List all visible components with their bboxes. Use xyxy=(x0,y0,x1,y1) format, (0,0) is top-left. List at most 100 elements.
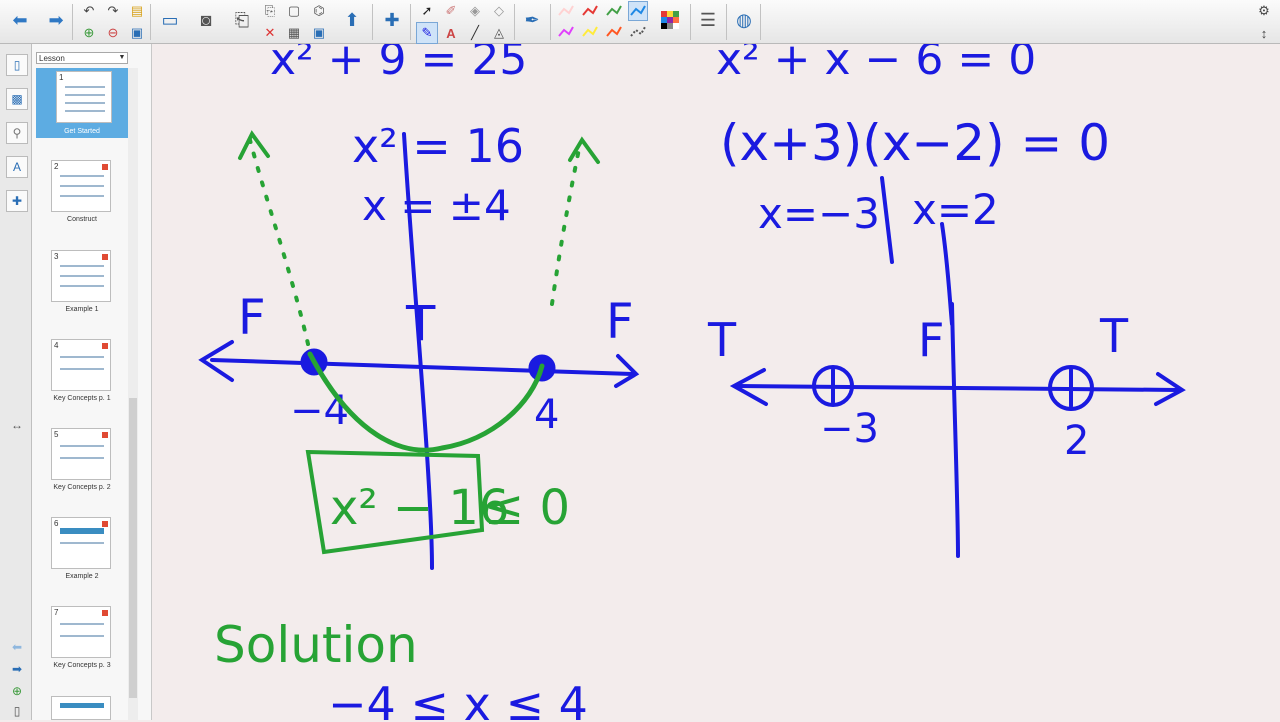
pen-type-icon[interactable]: ✒ xyxy=(518,0,546,40)
toolbar: ⬅ ➡ ↶ ↷ ⊕ ⊖ ▤ ▣ ▭ ◙ ⎗ ⎘ ✕ ▢ ▦ ⌬ ▣ ⬆ ✚ ➚ … xyxy=(0,0,1280,44)
right-number-line xyxy=(736,384,1180,392)
creative-pen-icon[interactable]: ✐ xyxy=(440,0,462,22)
thumbnail-number: 5 xyxy=(54,430,59,439)
delete-page-icon[interactable]: ⊖ xyxy=(102,22,124,44)
right-region-f: F xyxy=(918,313,944,367)
thumbnail-caption: Construct xyxy=(67,216,97,223)
properties-tab-icon[interactable]: A xyxy=(6,156,28,178)
table-icon[interactable]: ▦ xyxy=(284,22,304,44)
pen-swatch-7[interactable] xyxy=(604,22,624,42)
redo-icon[interactable]: ↷ xyxy=(102,0,124,22)
page-sorter-tab-icon[interactable]: ▯ xyxy=(6,54,28,76)
measurement-tools-icon[interactable]: ⌬ xyxy=(308,0,330,22)
thumbnail-number: 6 xyxy=(54,519,59,528)
thumbnail-caption: Get Started xyxy=(64,128,100,135)
undo-icon[interactable]: ↶ xyxy=(78,0,100,22)
right-region-t-right: T xyxy=(1099,309,1129,363)
thumbnail-caption: Key Concepts p. 3 xyxy=(53,662,111,669)
fill-effects-icon[interactable]: ◍ xyxy=(730,0,758,40)
pen-swatch-1[interactable] xyxy=(556,1,576,21)
thumbnail-number: 7 xyxy=(54,608,59,617)
open-folder-icon[interactable]: ▤ xyxy=(126,0,148,22)
right-tick-neg3: −3 xyxy=(820,406,879,452)
sorter-dropdown[interactable]: Lesson ▼ xyxy=(36,52,128,64)
line-icon[interactable]: ╱ xyxy=(464,22,486,44)
right-top-equation: x² + x − 6 = 0 xyxy=(716,44,1036,85)
right-divider xyxy=(880,176,894,264)
add-page-icon[interactable]: ⊕ xyxy=(78,22,100,44)
move-toolbar-icon[interactable]: ↕ xyxy=(1248,22,1280,44)
sorter-scrollbar[interactable] xyxy=(128,68,138,720)
thumbnail-number: 1 xyxy=(59,73,64,82)
back-arrow-icon[interactable]: ⬅ xyxy=(6,0,34,40)
thumbnail-number: 2 xyxy=(54,162,59,171)
shapes-icon[interactable]: ◇ xyxy=(488,0,510,22)
extensions-icon[interactable]: ✚ xyxy=(378,0,406,40)
color-palette-icon[interactable] xyxy=(656,0,684,40)
next-page-icon[interactable]: ➡ xyxy=(6,658,28,680)
add-ons-tab-icon[interactable]: ✚ xyxy=(6,190,28,212)
previous-page-icon[interactable]: ⬅ xyxy=(6,636,28,658)
page-thumbnail-2[interactable]: 2 Construct xyxy=(36,158,128,230)
solution-label: Solution xyxy=(214,616,418,674)
page-thumbnail-8[interactable] xyxy=(36,694,128,720)
green-arrow-right xyxy=(568,136,600,164)
left-arrow-head-right xyxy=(614,354,640,388)
page-thumbnail-6[interactable]: 6 Example 2 xyxy=(36,515,128,587)
add-ons-icon[interactable]: ⬆ xyxy=(338,0,366,40)
pen-swatch-8[interactable] xyxy=(628,22,648,42)
pen-swatch-4[interactable] xyxy=(628,1,648,21)
page-thumbnail-5[interactable]: 5 Key Concepts p. 2 xyxy=(36,426,128,498)
thumbnail-number: 4 xyxy=(54,341,59,350)
thumbnail-caption: Key Concepts p. 1 xyxy=(53,395,111,402)
eraser-icon[interactable]: ◈ xyxy=(464,0,486,22)
settings-gear-icon[interactable]: ⚙ xyxy=(1248,0,1280,22)
pen-icon[interactable]: ✎ xyxy=(416,22,438,44)
full-screen-icon[interactable]: ▢ xyxy=(284,0,304,22)
right-y-axis xyxy=(950,302,960,558)
screen-shade-icon[interactable]: ▭ xyxy=(156,0,184,40)
paste-icon[interactable]: ⎘ xyxy=(260,0,280,22)
right-root-b: x=2 xyxy=(912,185,999,234)
page-thumbnail-1[interactable]: 1 Get Started xyxy=(36,68,128,138)
fill-icon[interactable]: ◬ xyxy=(488,22,510,44)
page-thumbnail-3[interactable]: 3 Example 1 xyxy=(36,248,128,320)
whiteboard-canvas[interactable]: x² + 9 = 25 x² = 16 x = ±4 F T F −4 4 x²… xyxy=(152,44,1280,720)
right-tick-2: 2 xyxy=(1064,418,1089,464)
left-region-f-left: F xyxy=(238,290,266,346)
capture-icon[interactable]: ⎗ xyxy=(228,0,256,40)
green-dotted-right xyxy=(550,142,582,306)
right-root-a: x=−3 xyxy=(758,189,880,238)
select-arrow-icon[interactable]: ➚ xyxy=(416,0,438,22)
delete-icon[interactable]: ✕ xyxy=(260,22,280,44)
text-icon[interactable]: A xyxy=(440,22,462,44)
save-icon[interactable]: ▣ xyxy=(126,22,148,44)
pen-swatch-3[interactable] xyxy=(604,1,624,21)
line-style-icon[interactable]: ☰ xyxy=(694,0,722,40)
page-icon[interactable]: ▯ xyxy=(6,700,28,722)
side-tab-strip: ▯ ▩ ⚲ A ✚ ↔ ⬅ ➡ ⊕ ▯ xyxy=(0,44,32,720)
pen-swatch-5[interactable] xyxy=(556,22,576,42)
thumbnail-caption: Example 2 xyxy=(65,573,99,580)
right-region-t-left: T xyxy=(707,313,737,367)
response-icon[interactable]: ▣ xyxy=(308,22,330,44)
resize-handle-icon[interactable]: ↔ xyxy=(6,414,28,436)
sorter-dropdown-label: Lesson xyxy=(39,54,65,63)
page-thumbnail-7[interactable]: 7 Key Concepts p. 3 xyxy=(36,604,128,676)
page-sorter: Lesson ▼ 1 Get Started 2 Construct 3 Exa… xyxy=(32,44,152,720)
left-region-f-right: F xyxy=(606,294,634,350)
right-y-axis-top xyxy=(940,222,954,326)
forward-arrow-icon[interactable]: ➡ xyxy=(42,0,70,40)
thumbnail-number: 3 xyxy=(54,252,59,261)
gallery-tab-icon[interactable]: ▩ xyxy=(6,88,28,110)
page-thumbnail-4[interactable]: 4 Key Concepts p. 1 xyxy=(36,337,128,409)
pen-swatch-2[interactable] xyxy=(580,1,600,21)
scrollbar-thumb[interactable] xyxy=(129,398,137,698)
left-step-1: x² = 16 xyxy=(352,119,524,173)
left-step-2: x = ±4 xyxy=(362,181,511,230)
left-root-4: 4 xyxy=(534,392,559,438)
add-page-small-icon[interactable]: ⊕ xyxy=(6,680,28,702)
attachments-tab-icon[interactable]: ⚲ xyxy=(6,122,28,144)
pen-swatch-6[interactable] xyxy=(580,22,600,42)
document-camera-icon[interactable]: ◙ xyxy=(192,0,220,40)
